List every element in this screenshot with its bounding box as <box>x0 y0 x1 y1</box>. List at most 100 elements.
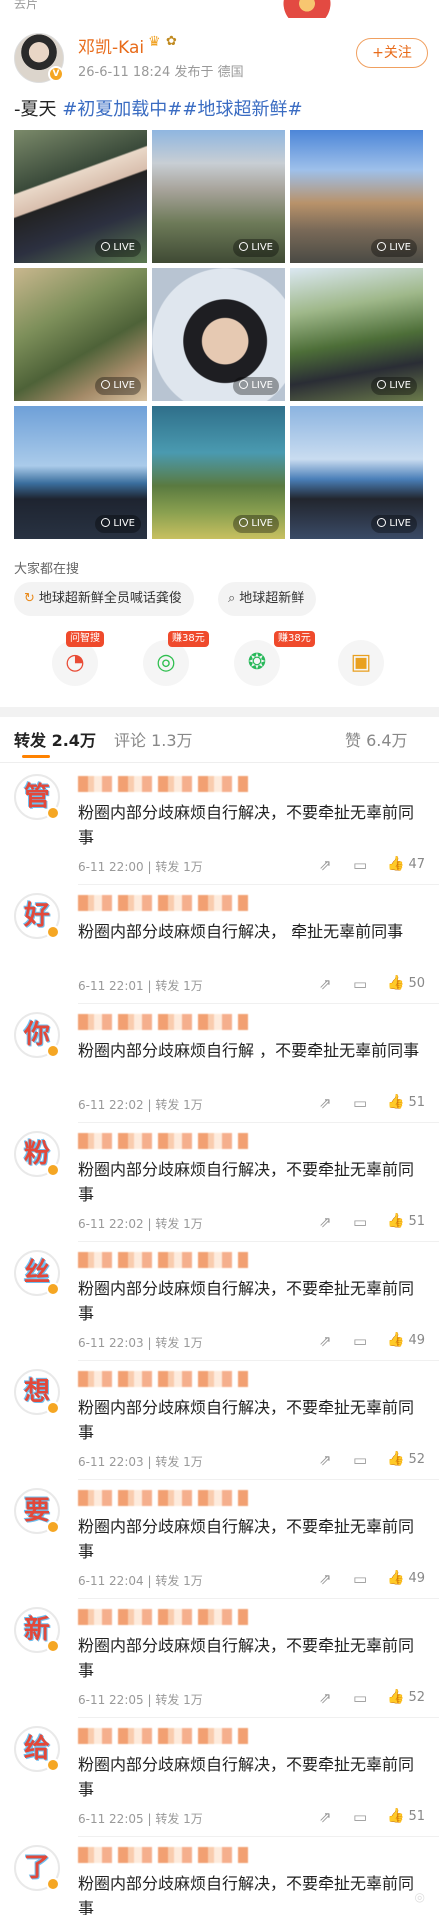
photo-tile[interactable]: LIVE <box>290 406 423 539</box>
live-icon <box>377 518 387 527</box>
repost-time: 6-11 22:01 <box>78 979 144 993</box>
trend-icon: ↻ <box>24 591 35 606</box>
comment-icon[interactable]: ▭ <box>353 975 367 993</box>
verified-badge-icon <box>46 1044 60 1058</box>
like-button[interactable]: 👍 52 <box>387 1451 425 1467</box>
repost-time: 6-11 22:03 <box>78 1455 144 1469</box>
thumbs-up-icon: 👍 <box>387 1689 405 1705</box>
like-button[interactable]: 👍 49 <box>387 1570 425 1586</box>
like-button[interactable]: 👍 49 <box>387 1332 425 1348</box>
trending-search-title: 大家都在搜 <box>14 562 80 577</box>
commenter-name-pixelated[interactable] <box>78 1371 248 1387</box>
verified-badge-icon <box>46 1877 60 1891</box>
repost-time: 6-11 22:03 <box>78 1336 144 1350</box>
commenter-name-pixelated[interactable] <box>78 1728 248 1744</box>
repost-text: 粉圈内部分歧麻烦自行解决，不要牵扯无辜前同事 <box>78 1279 415 1323</box>
live-badge: LIVE <box>95 515 141 533</box>
repost-row[interactable]: 丝粉圈内部分歧麻烦自行解决，不要牵扯无辜前同事 6-11 22:03 | 转发 1… <box>0 1242 439 1361</box>
post-meta: 26-6-11 18:24 发布于 德国 <box>78 65 244 80</box>
photo-tile[interactable]: LIVE <box>290 268 423 401</box>
member-badge-icon: ✿ <box>166 34 177 49</box>
comment-icon[interactable]: ▭ <box>353 1451 367 1469</box>
hashtag-link[interactable]: #初夏加载中# <box>62 99 182 120</box>
repost-row[interactable]: 给粉圈内部分歧麻烦自行解决，不要牵扯无辜前同事 6-11 22:05 | 转发 1… <box>0 1718 439 1837</box>
tab-repost[interactable]: 转发 2.4万 <box>14 727 96 751</box>
repost-text: 粉圈内部分歧麻烦自行解决，不要牵扯无辜前同事 <box>78 1636 415 1680</box>
live-badge: LIVE <box>371 377 417 395</box>
share-icon[interactable]: ⇗ <box>319 1094 332 1112</box>
hashtag-link[interactable]: #地球超新鲜# <box>182 99 302 120</box>
comment-icon[interactable]: ▭ <box>353 1213 367 1231</box>
repost-row[interactable]: 好粉圈内部分歧麻烦自行解决， 牵扯无辜前同事 6-11 22:01 | 转发 1万… <box>0 885 439 1004</box>
commenter-name-pixelated[interactable] <box>78 895 248 911</box>
share-icon[interactable]: ⇗ <box>319 1689 332 1707</box>
repost-text: 粉圈内部分歧麻烦自行解决，不要牵扯无辜前同事 <box>78 1160 415 1204</box>
verified-badge-icon: V <box>48 66 64 82</box>
like-button[interactable]: 👍 51 <box>387 1213 425 1229</box>
commenter-name-pixelated[interactable] <box>78 1014 248 1030</box>
repost-row[interactable]: 了粉圈内部分歧麻烦自行解决，不要牵扯无辜前同事 | ⇗▭👍 <box>0 1837 439 1915</box>
comment-icon[interactable]: ▭ <box>353 1808 367 1826</box>
photo-grid: LIVE LIVE LIVE LIVE LIVE LIVE LIVE LIVE … <box>14 130 424 542</box>
top-fragment-text: 去片 <box>14 0 39 11</box>
follow-button[interactable]: +关注 <box>356 38 428 68</box>
author-name[interactable]: 邓凯-Kai <box>78 33 144 58</box>
repost-meta: 6-11 22:04 | 转发 1万 <box>78 1574 203 1588</box>
repost-row[interactable]: 管粉圈内部分歧麻烦自行解决，不要牵扯无辜前同事 6-11 22:00 | 转发 1… <box>0 766 439 885</box>
moments-share-icon[interactable]: ❂ <box>234 640 280 686</box>
commenter-name-pixelated[interactable] <box>78 1609 248 1625</box>
photo-tile[interactable]: LIVE <box>152 406 285 539</box>
share-icon[interactable]: ⇗ <box>319 1808 332 1826</box>
tab-comment[interactable]: 评论 1.3万 <box>114 727 193 751</box>
verified-badge-icon <box>46 1520 60 1534</box>
comment-icon[interactable]: ▭ <box>353 856 367 874</box>
photo-tile[interactable]: LIVE <box>152 130 285 263</box>
repost-row[interactable]: 要粉圈内部分歧麻烦自行解决，不要牵扯无辜前同事 6-11 22:04 | 转发 1… <box>0 1480 439 1599</box>
photo-tile[interactable]: LIVE <box>14 406 147 539</box>
repost-row[interactable]: 粉粉圈内部分歧麻烦自行解决，不要牵扯无辜前同事 6-11 22:02 | 转发 1… <box>0 1123 439 1242</box>
verified-badge-icon <box>46 1163 60 1177</box>
live-icon <box>239 518 249 527</box>
commenter-name-pixelated[interactable] <box>78 776 248 792</box>
repost-text: 粉圈内部分歧麻烦自行解决， 牵扯无辜前同事 <box>78 922 404 941</box>
save-image-icon[interactable]: ▣ <box>338 640 384 686</box>
share-icon[interactable]: ⇗ <box>319 1451 332 1469</box>
commenter-name-pixelated[interactable] <box>78 1252 248 1268</box>
thumbs-up-icon: 👍 <box>387 1570 405 1586</box>
commenter-name-pixelated[interactable] <box>78 1133 248 1149</box>
repost-count: 转发 1万 <box>155 979 203 993</box>
comment-icon[interactable]: ▭ <box>353 1570 367 1588</box>
repost-meta: 6-11 22:05 | 转发 1万 <box>78 1693 203 1707</box>
thumbs-up-icon: 👍 <box>387 1332 405 1348</box>
share-icon[interactable]: ⇗ <box>319 856 332 874</box>
comment-icon[interactable]: ▭ <box>353 1332 367 1350</box>
repost-row[interactable]: 新粉圈内部分歧麻烦自行解决，不要牵扯无辜前同事 6-11 22:05 | 转发 1… <box>0 1599 439 1718</box>
share-icon[interactable]: ⇗ <box>319 1332 332 1350</box>
photo-tile[interactable]: LIVE <box>290 130 423 263</box>
trending-search-chip[interactable]: ⌕ 地球超新鲜 <box>218 582 317 616</box>
like-button[interactable]: 👍 47 <box>387 856 425 872</box>
share-icon[interactable]: ⇗ <box>319 1570 332 1588</box>
verified-badge-icon <box>46 1401 60 1415</box>
comment-icon[interactable]: ▭ <box>353 1094 367 1112</box>
photo-tile[interactable]: LIVE <box>14 268 147 401</box>
tab-like[interactable]: 赞 6.4万 <box>345 727 408 751</box>
photo-tile[interactable]: LIVE <box>14 130 147 263</box>
like-button[interactable]: 👍 51 <box>387 1094 425 1110</box>
comment-icon[interactable]: ▭ <box>353 1689 367 1707</box>
share-icon[interactable]: ⇗ <box>319 1213 332 1231</box>
like-button[interactable]: 👍 50 <box>387 975 425 991</box>
repost-meta: 6-11 22:00 | 转发 1万 <box>78 860 203 874</box>
like-button[interactable]: 👍 51 <box>387 1808 425 1824</box>
photo-tile[interactable]: LIVE <box>152 268 285 401</box>
repost-row[interactable]: 你粉圈内部分歧麻烦自行解 ，不要牵扯无辜前同事 6-11 22:02 | 转发 1… <box>0 1004 439 1123</box>
like-button[interactable]: 👍 52 <box>387 1689 425 1705</box>
commenter-name-pixelated[interactable] <box>78 1490 248 1506</box>
trending-search-chip[interactable]: ↻ 地球超新鲜全员喊话龚俊 <box>14 582 194 616</box>
repost-count: 转发 1万 <box>155 1455 203 1469</box>
commenter-name-pixelated[interactable] <box>78 1847 248 1863</box>
share-icon[interactable]: ⇗ <box>319 975 332 993</box>
repost-row[interactable]: 想粉圈内部分歧麻烦自行解决，不要牵扯无辜前同事 6-11 22:03 | 转发 1… <box>0 1361 439 1480</box>
repost-meta: 6-11 22:05 | 转发 1万 <box>78 1812 203 1826</box>
repost-time: 6-11 22:02 <box>78 1098 144 1112</box>
